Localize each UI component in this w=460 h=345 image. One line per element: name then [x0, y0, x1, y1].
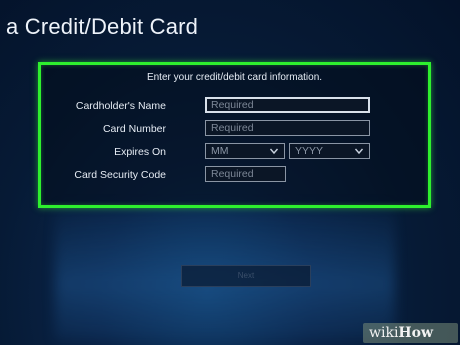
card-number-placeholder: Required	[211, 122, 254, 134]
security-code-field[interactable]: Required	[205, 166, 286, 182]
card-number-row: Card Number Required	[41, 120, 428, 140]
form-instruction: Enter your credit/debit card information…	[146, 72, 323, 83]
card-number-label: Card Number	[102, 123, 166, 135]
security-code-label: Card Security Code	[74, 169, 166, 181]
security-code-placeholder: Required	[211, 168, 254, 180]
security-code-row: Card Security Code Required	[41, 166, 428, 186]
expiry-year-value: YYYY	[295, 145, 324, 157]
cardholder-name-row: Cardholder's Name Required	[41, 97, 428, 117]
cardholder-name-placeholder: Required	[211, 99, 254, 111]
expires-on-row: Expires On MM YYYY	[41, 143, 428, 163]
next-button[interactable]: Next	[181, 265, 311, 287]
cardholder-name-label: Cardholder's Name	[75, 100, 166, 112]
expires-on-label: Expires On	[114, 146, 166, 158]
card-number-field[interactable]: Required	[205, 120, 370, 136]
watermark-how-text: How	[398, 325, 434, 341]
chevron-down-icon	[269, 148, 279, 155]
card-info-form: Enter your credit/debit card information…	[38, 62, 431, 208]
expiry-month-value: MM	[211, 145, 229, 157]
expiry-month-select[interactable]: MM	[205, 143, 285, 159]
wikihow-watermark: wikiHow	[363, 323, 458, 343]
cardholder-name-field[interactable]: Required	[205, 97, 370, 113]
expiry-year-select[interactable]: YYYY	[289, 143, 370, 159]
page-title: a Credit/Debit Card	[6, 14, 199, 39]
watermark-wiki-text: wiki	[369, 325, 399, 341]
chevron-down-icon	[354, 148, 364, 155]
